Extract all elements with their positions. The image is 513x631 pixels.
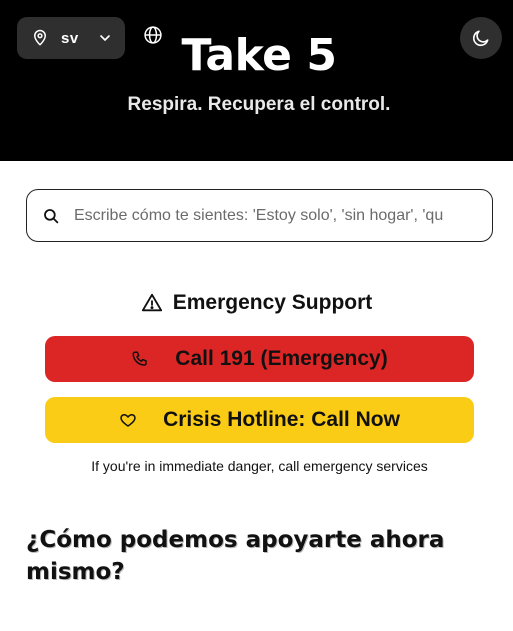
call-emergency-button[interactable]: Call 191 (Emergency) [45, 336, 474, 382]
crisis-hotline-label: Crisis Hotline: Call Now [163, 408, 400, 431]
header: sv Take 5 Respira. Recupera el control. [0, 0, 513, 161]
emergency-section-title: Emergency Support [0, 291, 513, 315]
app-title: Take 5 [181, 30, 337, 81]
heart-icon [120, 414, 136, 427]
app-subtitle: Respira. Recupera el control. [127, 94, 391, 115]
support-heading: ¿Cómo podemos apoyarte ahora mismo? [26, 527, 445, 585]
emergency-note: If you're in immediate danger, call emer… [91, 458, 428, 474]
emergency-title-text: Emergency Support [172, 291, 373, 314]
crisis-hotline-button[interactable]: Crisis Hotline: Call Now [45, 397, 474, 443]
warning-icon [141, 293, 162, 312]
search-input[interactable] [74, 206, 492, 225]
search-box[interactable] [26, 189, 493, 242]
phone-icon [132, 351, 148, 366]
search-icon [44, 208, 59, 223]
call-emergency-label: Call 191 (Emergency) [175, 347, 388, 370]
